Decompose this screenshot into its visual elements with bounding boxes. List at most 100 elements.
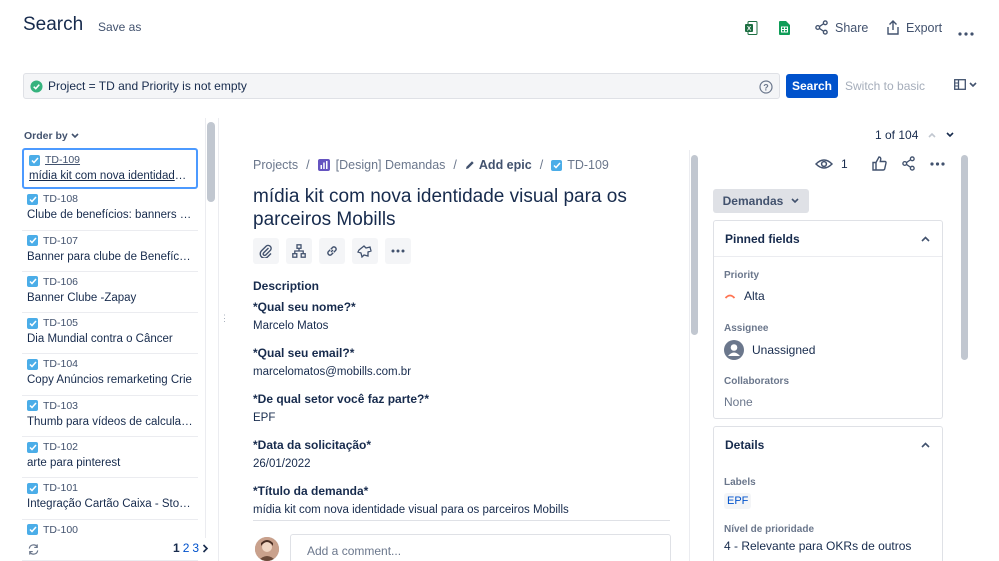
share-button[interactable]: Share: [814, 20, 868, 35]
list-item[interactable]: TD-108 Clube de benefícios: banners parce…: [22, 189, 198, 231]
issue-title[interactable]: mídia kit com nova identidade visual par…: [253, 185, 673, 231]
switch-to-basic-link[interactable]: Switch to basic: [845, 79, 925, 93]
vote-button[interactable]: [871, 156, 887, 172]
order-by-button[interactable]: Order by: [24, 130, 79, 142]
more-actions-button[interactable]: [385, 238, 411, 264]
issue-key-label: TD-105: [43, 317, 79, 330]
label-chip[interactable]: EPF: [724, 493, 752, 509]
collaborators-value[interactable]: None: [724, 395, 932, 409]
issue-key: TD-102: [27, 441, 193, 453]
description[interactable]: Description *Qual seu nome?* Marcelo Mat…: [253, 279, 673, 530]
panel-divider[interactable]: [218, 118, 219, 561]
labels-value[interactable]: EPF: [724, 493, 932, 509]
more-icon[interactable]: [958, 26, 974, 40]
task-icon: [27, 358, 38, 370]
assignee-value[interactable]: Unassigned: [724, 340, 932, 360]
issue-summary: arte para pinterest: [27, 457, 121, 470]
link-icon: [327, 246, 337, 256]
svg-text:X: X: [747, 25, 752, 32]
share-issue-button[interactable]: [901, 156, 916, 172]
list-item[interactable]: TD-101 Integração Cartão Caixa - Stories: [22, 478, 198, 520]
issue-key: TD-103: [27, 400, 193, 412]
more-icon[interactable]: [930, 157, 945, 171]
add-epic-button[interactable]: Add epic: [465, 158, 532, 172]
detail-scrollbar[interactable]: [691, 155, 698, 335]
task-icon: [27, 235, 38, 247]
issue-summary: Banner para clube de Benefícios: [27, 250, 193, 263]
nivel-field: Nível de prioridade 4 - Relevante para O…: [714, 509, 942, 553]
breadcrumb-separator: /: [539, 158, 544, 172]
details-header[interactable]: Details: [714, 427, 942, 463]
page-3[interactable]: 3: [192, 541, 199, 555]
export-button[interactable]: Export: [886, 20, 942, 35]
help-icon[interactable]: ?: [759, 79, 773, 94]
issue-count: 1 of 104: [875, 128, 919, 142]
status-dropdown[interactable]: Demandas: [713, 189, 809, 213]
chevron-right-icon[interactable]: [202, 543, 209, 553]
task-icon: [551, 159, 563, 171]
resize-handle-icon[interactable]: ⋮: [220, 314, 229, 323]
valid-check-icon: [30, 79, 43, 93]
list-item[interactable]: TD-109 mídia kit com nova identidade visu…: [22, 148, 198, 190]
google-sheets-icon[interactable]: [779, 20, 790, 35]
issue-summary: Integração Cartão Caixa - Stories: [27, 498, 193, 511]
eye-icon: [815, 158, 833, 169]
list-item[interactable]: TD-106 Banner Clube -Zapay: [22, 272, 198, 314]
assignee-label: Assignee: [724, 323, 769, 334]
description-field: *De qual setor você faz parte?* EPF: [253, 392, 673, 424]
task-icon: [29, 154, 40, 166]
excel-export-icon[interactable]: X: [745, 20, 758, 35]
page-2[interactable]: 2: [183, 541, 190, 555]
list-scrollbar[interactable]: [207, 122, 215, 202]
priority-value[interactable]: Alta: [724, 289, 932, 303]
task-icon: [27, 400, 38, 412]
issue-key-label: TD-108: [43, 193, 79, 206]
collaborators-label: Collaborators: [724, 376, 790, 387]
issue-key-label: TD-107: [43, 234, 79, 247]
chevron-down-icon[interactable]: [946, 132, 954, 138]
app-button[interactable]: [352, 238, 378, 264]
description-field: *Qual seu email?* marcelomatos@mobills.c…: [253, 346, 673, 378]
child-issue-button[interactable]: [286, 238, 312, 264]
list-item[interactable]: TD-105 Dia Mundial contra o Câncer: [22, 313, 198, 355]
list-item[interactable]: TD-100: [22, 520, 198, 561]
issue-toolbar: [253, 238, 411, 264]
page-1[interactable]: 1: [173, 541, 180, 555]
pinned-fields-header[interactable]: Pinned fields: [714, 221, 942, 257]
share-icon: [815, 20, 828, 35]
list-item[interactable]: TD-104 Copy Anúncios remarketing Crie: [22, 354, 198, 396]
link-issue-button[interactable]: [319, 238, 345, 264]
issue-key: TD-105: [27, 317, 193, 329]
refresh-icon[interactable]: [27, 542, 40, 556]
field-answer: Marcelo Matos: [253, 320, 329, 332]
comment-input[interactable]: Add a comment...: [290, 534, 671, 561]
add-epic-label: Add epic: [478, 158, 532, 172]
watch-count: 1: [841, 156, 848, 171]
field-answer: EPF: [253, 412, 276, 424]
attach-button[interactable]: [253, 238, 279, 264]
breadcrumb-projects[interactable]: Projects: [253, 158, 298, 172]
view-toggle-button[interactable]: [954, 79, 977, 90]
watch-button[interactable]: 1: [815, 157, 848, 171]
breadcrumb-project[interactable]: [Design] Demandas: [317, 158, 445, 172]
search-button[interactable]: Search: [786, 74, 838, 98]
status-label: Demandas: [722, 194, 784, 208]
jql-input[interactable]: Project = TD and Priority is not empty ?: [23, 73, 780, 99]
jql-query: Project = TD and Priority is not empty: [48, 79, 247, 93]
breadcrumb-issue-key[interactable]: TD-109: [551, 158, 609, 172]
pencil-icon: [465, 161, 474, 169]
nivel-value[interactable]: 4 - Relevante para OKRs de outros: [724, 539, 932, 553]
list-item[interactable]: TD-107 Banner para clube de Benefícios: [22, 231, 198, 272]
divider: [253, 520, 670, 521]
list-item[interactable]: TD-103 Thumb para vídeos de calculadoras: [22, 396, 198, 438]
chevron-up-icon[interactable]: [928, 132, 936, 138]
description-field: *Qual seu nome?* Marcelo Matos: [253, 300, 673, 332]
priority-field: Priority Alta: [714, 257, 942, 303]
task-icon: [27, 276, 38, 288]
issue-key: TD-109: [29, 154, 191, 166]
export-label: Export: [906, 20, 943, 35]
side-scrollbar[interactable]: [961, 155, 968, 360]
chevron-down-icon: [791, 198, 799, 204]
save-as-button[interactable]: Save as: [98, 20, 141, 34]
list-item[interactable]: TD-102 arte para pinterest: [22, 437, 198, 479]
